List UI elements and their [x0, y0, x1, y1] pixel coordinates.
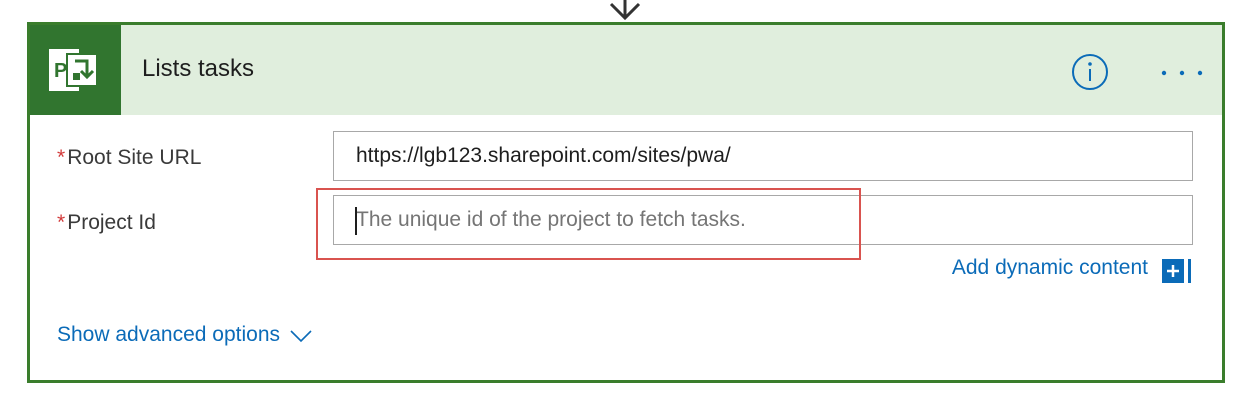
project-id-label: *Project Id — [57, 211, 156, 235]
action-title: Lists tasks — [142, 55, 255, 82]
project-icon: P — [30, 25, 121, 115]
chevron-down-icon — [290, 330, 312, 343]
project-id-label-text: Project Id — [67, 211, 156, 234]
root-site-url-label-text: Root Site URL — [67, 146, 202, 169]
svg-text:P: P — [54, 60, 67, 82]
more-icon[interactable] — [1158, 53, 1206, 93]
plus-icon[interactable] — [1162, 259, 1193, 283]
action-card: P Lists tasks *Root Site URL *Project Id… — [27, 22, 1225, 383]
arrow-down-icon — [609, 0, 641, 21]
add-dynamic-content-link[interactable]: Add dynamic content — [952, 256, 1148, 280]
advanced-options-label: Show advanced options — [57, 323, 280, 346]
text-caret — [355, 207, 357, 235]
root-site-url-label: *Root Site URL — [57, 146, 201, 170]
action-header[interactable]: P Lists tasks — [30, 25, 1222, 115]
required-mark: * — [57, 146, 66, 169]
info-icon[interactable] — [1070, 52, 1110, 92]
project-id-input[interactable] — [333, 195, 1193, 245]
required-mark: * — [57, 211, 66, 234]
show-advanced-options[interactable]: Show advanced options — [57, 323, 312, 347]
root-site-url-input[interactable] — [333, 131, 1193, 181]
